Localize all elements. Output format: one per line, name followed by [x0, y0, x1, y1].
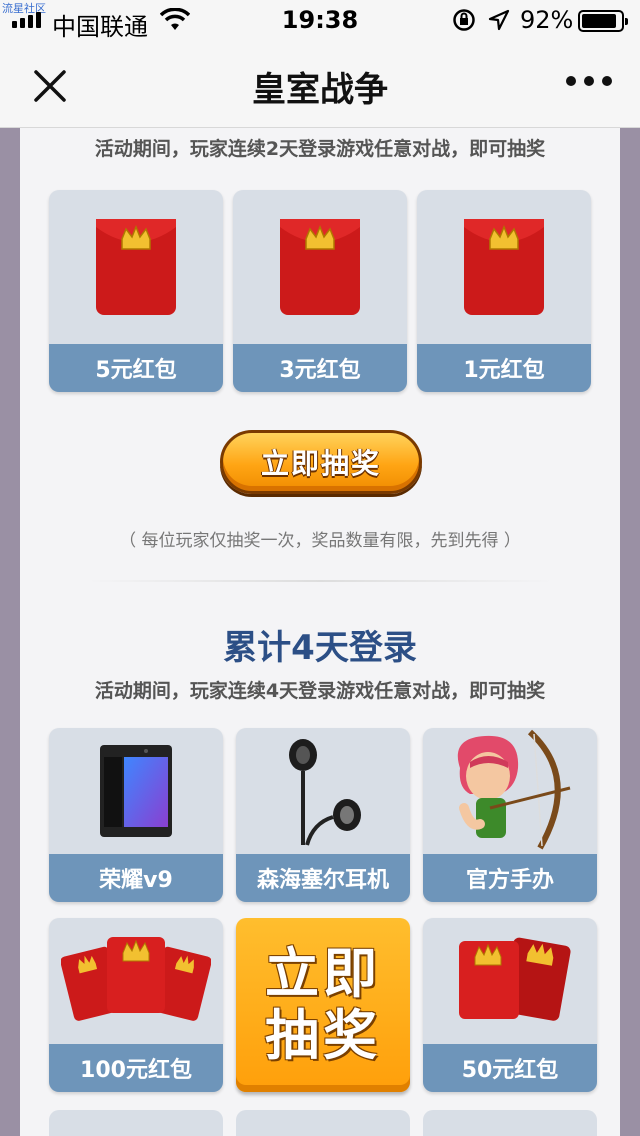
prize-card: 1元红包	[417, 190, 591, 392]
red-envelope-icon	[280, 219, 360, 315]
red-envelopes-icon	[61, 937, 211, 1021]
prize-card: 官方手办	[423, 728, 597, 902]
prize-card: 森海塞尔耳机	[236, 728, 410, 902]
rule-text-2day: 活动期间，玩家连续2天登录游戏任意对战，即可抽奖	[94, 138, 546, 160]
prize-card: 荣耀v9	[49, 728, 223, 902]
prize-label: 荣耀v9	[49, 854, 223, 902]
prize-label: 官方手办	[423, 854, 597, 902]
divider	[86, 580, 554, 582]
prize-card-partial	[236, 1110, 410, 1136]
big-draw-label-line1: 立即	[265, 942, 381, 1005]
rule-text-4day: 活动期间，玩家连续4天登录游戏任意对战，即可抽奖	[94, 680, 546, 702]
page-title: 皇室战争	[252, 70, 388, 110]
prize-label: 50元红包	[423, 1044, 597, 1092]
battery-percent: 92%	[520, 6, 574, 34]
prize-label: 3元红包	[233, 344, 407, 392]
draw-button[interactable]: 立即抽奖	[220, 430, 422, 494]
prize-label: 1元红包	[417, 344, 591, 392]
red-envelope-icon	[464, 219, 544, 315]
draw-note: （ 每位玩家仅抽奖一次，奖品数量有限，先到先得 ）	[119, 531, 521, 551]
prize-card: 50元红包	[423, 918, 597, 1092]
more-dots-icon	[566, 76, 576, 86]
prize-label: 森海塞尔耳机	[236, 854, 410, 902]
prize-card: 100元红包	[49, 918, 223, 1092]
more-button[interactable]	[566, 76, 614, 92]
location-icon	[488, 9, 510, 35]
prize-label: 5元红包	[49, 344, 223, 392]
nav-bar: 皇室战争	[0, 40, 640, 128]
event-page: 活动期间，玩家连续2天登录游戏任意对战，即可抽奖 5元红包 3元红包 1元红包 …	[20, 128, 620, 1136]
prize-card-partial	[423, 1110, 597, 1136]
prize-label: 100元红包	[49, 1044, 223, 1092]
big-draw-label-line2: 抽奖	[265, 1004, 381, 1067]
status-bar: 流星社区 中国联通 19:38 92%	[0, 0, 640, 41]
archer-figure-icon	[457, 729, 571, 850]
prize-card: 3元红包	[233, 190, 407, 392]
prize-card-partial	[49, 1110, 223, 1136]
section-title: 累计4天登录	[223, 628, 417, 668]
red-envelope-icon	[96, 219, 176, 315]
red-envelopes-icon	[459, 937, 571, 1021]
rotation-lock-icon	[452, 8, 476, 36]
battery-icon	[578, 10, 628, 32]
big-draw-button[interactable]: 立即 抽奖	[236, 918, 410, 1092]
phone-icon	[100, 745, 172, 837]
earphones-icon	[289, 739, 361, 846]
prize-card: 5元红包	[49, 190, 223, 392]
